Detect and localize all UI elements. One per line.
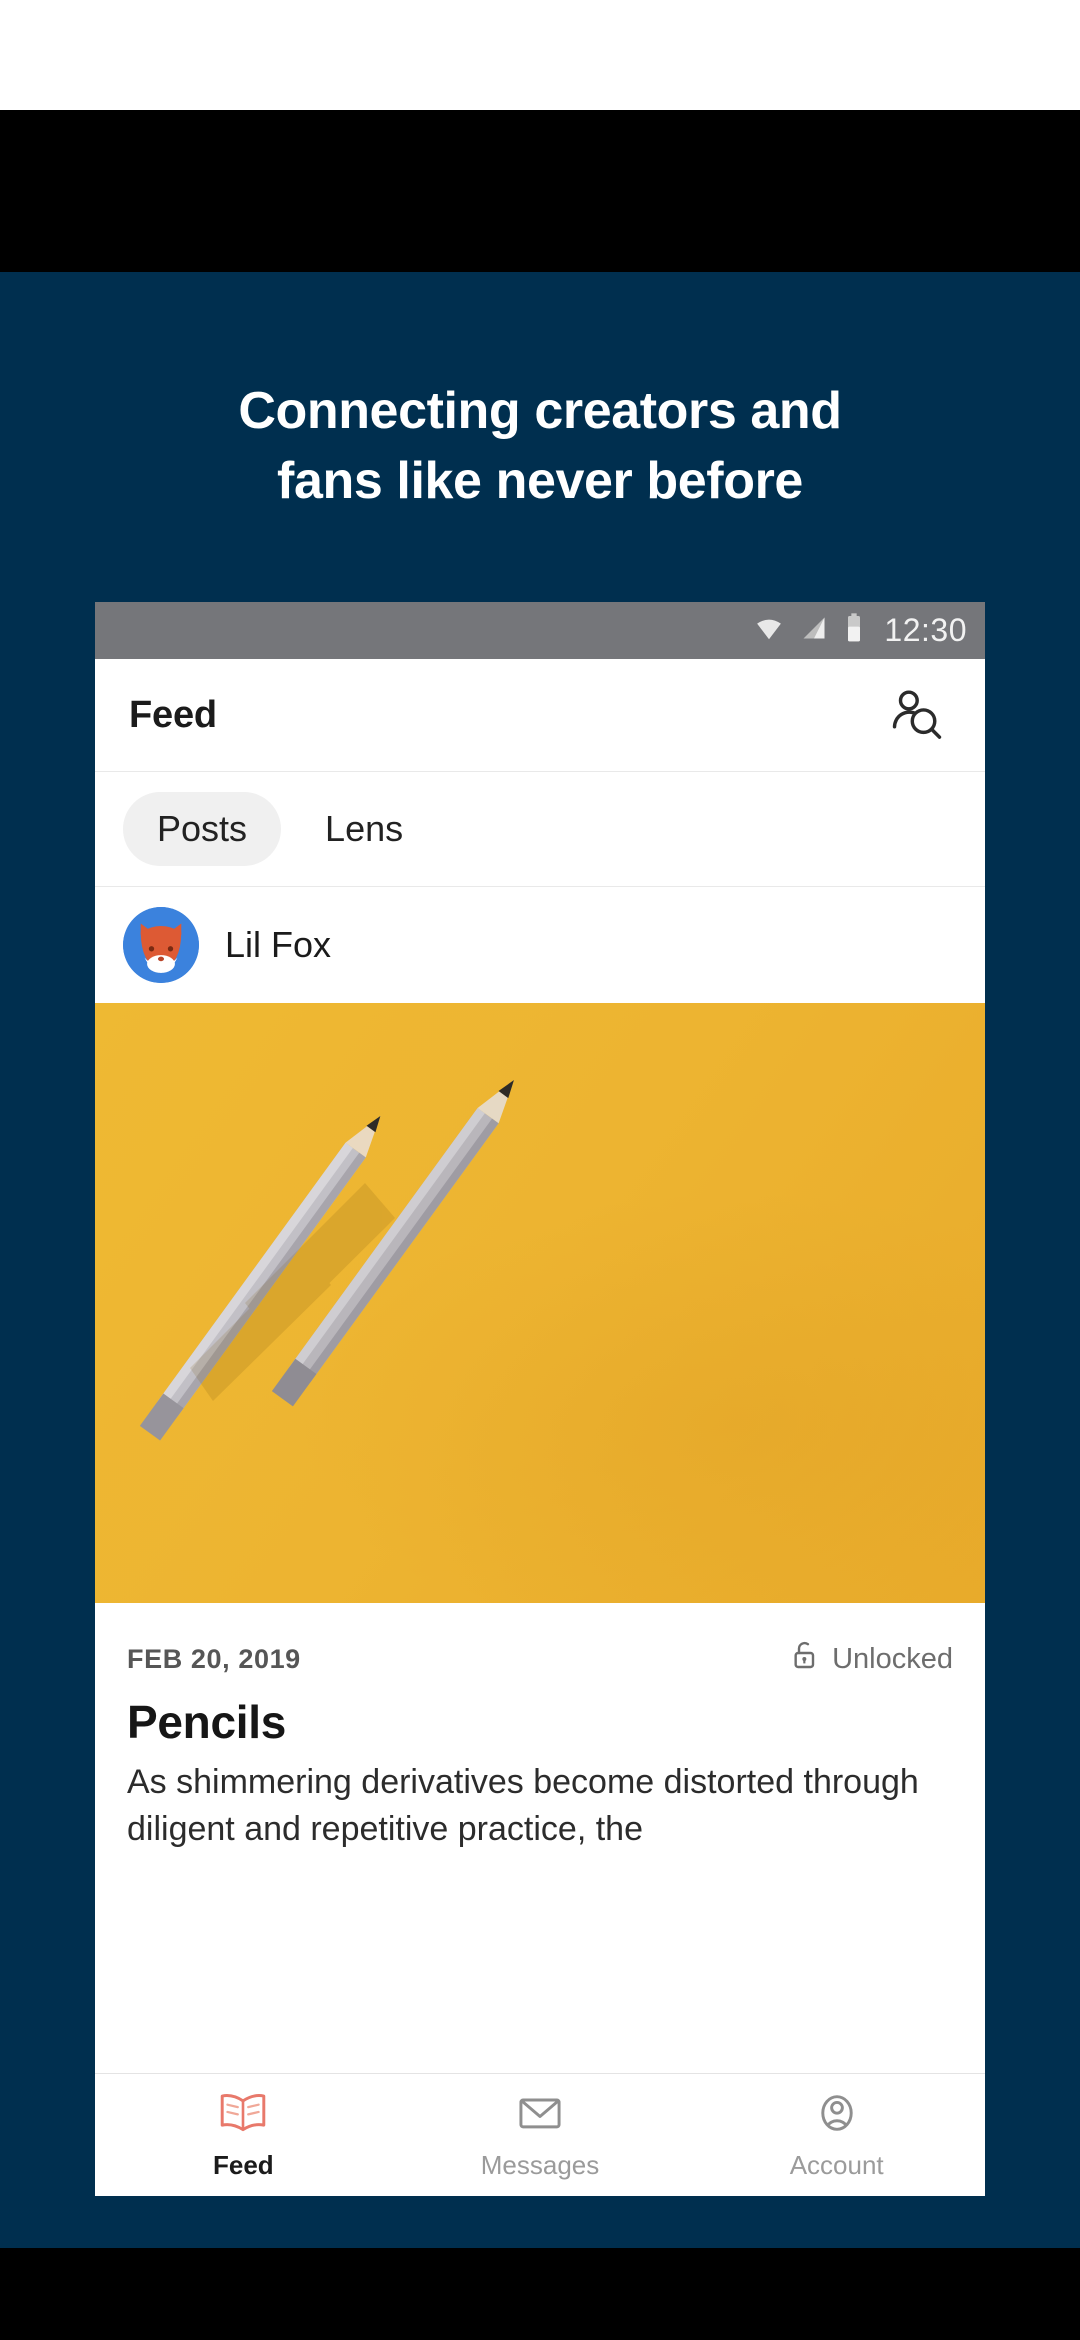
nav-item-messages[interactable]: Messages [392,2089,689,2181]
post-body-text: As shimmering derivatives become distort… [127,1763,919,1848]
post-title: Pencils [127,1696,286,1748]
feed-tab-bar: Posts Lens [95,772,985,887]
promo-stage: Connecting creators and fans like never … [0,272,1080,2248]
post-author-row[interactable]: Lil Fox [95,887,985,1003]
post-hero-image[interactable] [95,1003,985,1603]
page-title: Feed [129,693,217,736]
android-status-bar: 12:30 [95,602,985,659]
wifi-icon [754,613,784,648]
post-date: FEB 20, 2019 [127,1643,301,1674]
unlock-icon [790,1639,820,1679]
nav-label-messages: Messages [480,2150,600,2180]
screenshot-root: Connecting creators and fans like never … [0,0,1080,2340]
person-search-icon[interactable] [883,681,951,749]
letterbox-black-top [0,110,1080,272]
nav-label-feed: Feed [212,2150,274,2180]
promo-headline-line1: Connecting creators and [238,382,842,440]
promo-headline-line2: fans like never before [277,452,803,510]
letterbox-black-bottom [0,2248,1080,2340]
tab-lens[interactable]: Lens [291,792,437,866]
author-name: Lil Fox [225,924,332,965]
app-bar: Feed [95,659,985,772]
post-meta-row: FEB 20, 2019 Unlocked [95,1603,985,1679]
phone-screenshot-card: 12:30 Feed Posts Lens Lil Fox FEB 20, 20… [95,602,985,2196]
letterbox-white-top [0,0,1080,110]
nav-item-account[interactable]: Account [688,2089,985,2181]
fox-avatar-icon[interactable] [123,907,199,983]
status-badge: Unlocked [790,1639,953,1679]
nav-label-account: Account [789,2150,884,2180]
tab-posts[interactable]: Posts [123,792,282,866]
account-circle-icon [811,2089,863,2142]
nav-item-feed[interactable]: Feed [95,2089,392,2181]
promo-headline: Connecting creators and fans like never … [0,376,1080,516]
bottom-navigation-bar: Feed Messages Account [95,2073,985,2196]
status-bar-clock: 12:30 [884,612,967,648]
battery-icon [844,612,864,649]
envelope-icon [514,2089,566,2142]
pencils-illustration [139,1080,514,1441]
cell-signal-icon [800,613,828,648]
status-badge-label: Unlocked [832,1642,953,1675]
open-book-icon [217,2089,269,2142]
